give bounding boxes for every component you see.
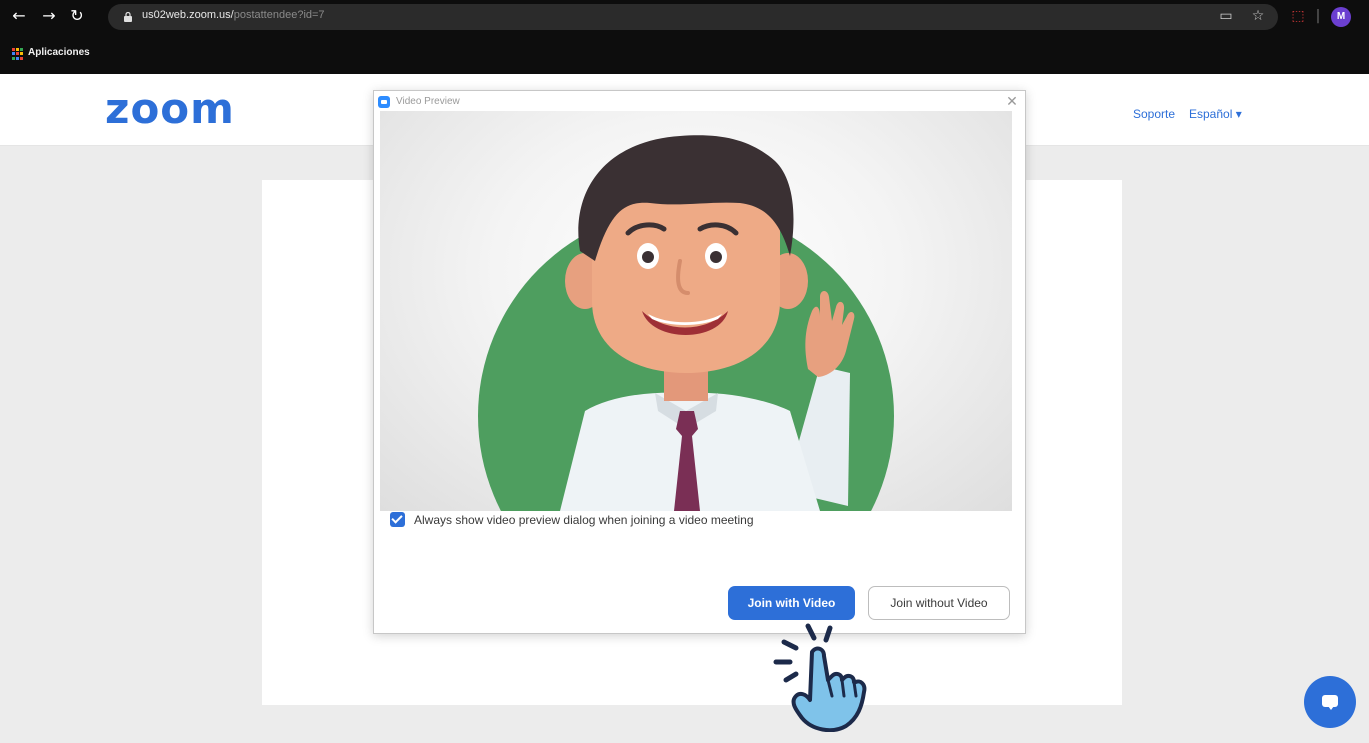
- close-icon[interactable]: ✕: [1003, 93, 1021, 111]
- profile-avatar[interactable]: M: [1331, 7, 1351, 27]
- pdf-extension-icon[interactable]: ⬚: [1288, 6, 1308, 26]
- chat-bubble-icon: [1322, 695, 1338, 710]
- zoom-logo[interactable]: zoom: [105, 84, 235, 133]
- join-without-video-button[interactable]: Join without Video: [868, 586, 1010, 620]
- dialog-titlebar: Video Preview ✕: [374, 91, 1025, 113]
- lock-icon: [124, 12, 132, 22]
- forward-arrow-icon[interactable]: →: [40, 6, 58, 26]
- always-show-preview-checkbox[interactable]: [390, 512, 405, 527]
- screenshot-frame: ← → ↻ us02web.zoom.us/postattendee?id=7 …: [0, 0, 1369, 743]
- toolbar-divider: |: [1315, 8, 1321, 24]
- chat-support-button[interactable]: [1304, 676, 1356, 728]
- support-link[interactable]: Soporte: [1133, 107, 1175, 121]
- star-bookmark-icon[interactable]: ☆: [1248, 6, 1268, 26]
- video-preview-area: [380, 111, 1012, 511]
- bookmarks-bar: Aplicaciones: [0, 34, 1369, 74]
- video-preview-dialog: Video Preview ✕ Always show video previe…: [373, 90, 1026, 634]
- apps-bookmark-label[interactable]: Aplicaciones: [28, 47, 90, 58]
- language-selector[interactable]: Español ▾: [1189, 107, 1242, 121]
- back-arrow-icon[interactable]: ←: [10, 6, 28, 26]
- reload-icon[interactable]: ↻: [68, 6, 86, 26]
- zoom-app-icon: [378, 96, 390, 108]
- apps-grid-icon[interactable]: [12, 48, 24, 60]
- browser-toolbar: ← → ↻ us02web.zoom.us/postattendee?id=7 …: [0, 0, 1369, 34]
- reader-mode-icon[interactable]: ▭: [1216, 6, 1236, 26]
- join-with-video-button[interactable]: Join with Video: [728, 586, 855, 620]
- pointing-hand-icon: [773, 623, 867, 732]
- avatar-illustration: [478, 135, 894, 511]
- always-show-preview-label[interactable]: Always show video preview dialog when jo…: [414, 513, 754, 527]
- dialog-title: Video Preview: [396, 96, 460, 107]
- url-text: us02web.zoom.us/postattendee?id=7: [142, 9, 325, 21]
- address-bar[interactable]: us02web.zoom.us/postattendee?id=7: [108, 4, 1278, 30]
